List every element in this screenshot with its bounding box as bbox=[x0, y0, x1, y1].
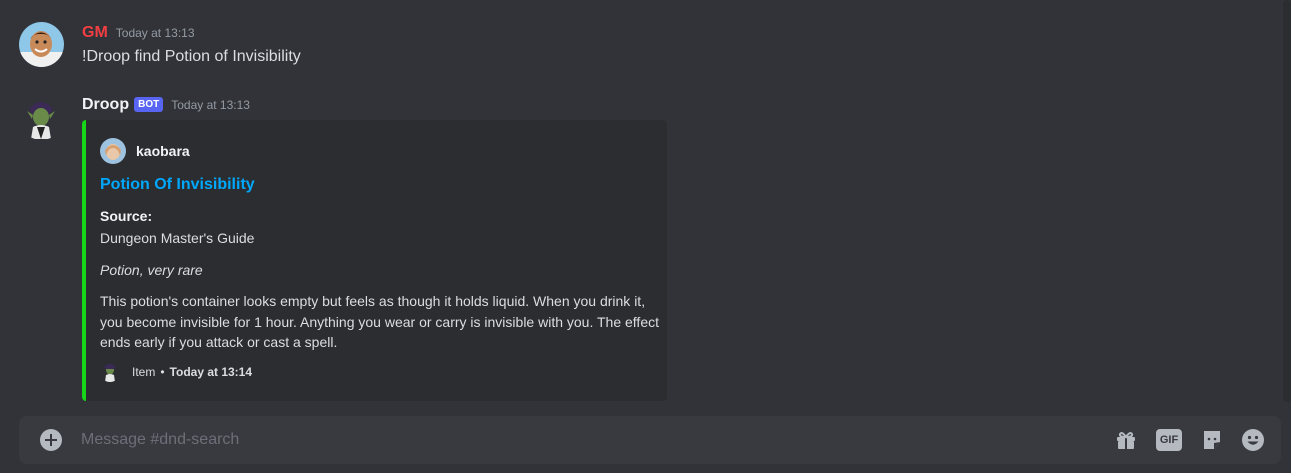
message-input[interactable] bbox=[81, 426, 1101, 454]
gift-icon[interactable] bbox=[1114, 428, 1138, 452]
bot-badge: BOT bbox=[134, 97, 164, 112]
avatar-droop[interactable] bbox=[19, 95, 64, 140]
author-name: kaobara bbox=[136, 143, 190, 159]
embed-description: This potion's container looks empty but … bbox=[100, 293, 659, 350]
embed-footer: Item • Today at 13:14 bbox=[100, 362, 252, 382]
scrollbar[interactable] bbox=[1283, 0, 1291, 402]
item-rarity: Potion, very rare bbox=[100, 262, 203, 278]
add-icon[interactable] bbox=[40, 429, 62, 451]
gif-icon[interactable]: GIF bbox=[1155, 428, 1183, 452]
footer-separator: • bbox=[160, 365, 165, 379]
emoji-icon[interactable] bbox=[1241, 428, 1265, 452]
timestamp-droop: Today at 13:13 bbox=[171, 98, 250, 112]
timestamp-gm: Today at 13:13 bbox=[115, 26, 195, 40]
username-droop[interactable]: Droop bbox=[82, 96, 129, 114]
embed-card: kaobara Potion Of Invisibility Source: D… bbox=[82, 120, 667, 401]
author-avatar bbox=[100, 138, 126, 164]
field-name-source: Source: bbox=[100, 208, 153, 224]
message-gm: GM Today at 13:13 !Droop find Potion of … bbox=[0, 0, 1270, 90]
footer-icon bbox=[100, 362, 120, 382]
avatar-gm[interactable] bbox=[19, 22, 64, 67]
username-gm[interactable]: GM bbox=[82, 24, 108, 42]
sticker-icon[interactable] bbox=[1200, 428, 1224, 452]
embed-author: kaobara bbox=[100, 138, 190, 164]
embed-title-link[interactable]: Potion Of Invisibility bbox=[100, 176, 255, 194]
message-composer: GIF bbox=[19, 416, 1281, 464]
footer-label: Item bbox=[132, 365, 156, 379]
message-text: !Droop find Potion of Invisibility bbox=[82, 48, 301, 65]
footer-timestamp: Today at 13:14 bbox=[169, 365, 253, 379]
gif-label: GIF bbox=[1156, 429, 1182, 451]
field-value-source: Dungeon Master's Guide bbox=[100, 230, 255, 246]
